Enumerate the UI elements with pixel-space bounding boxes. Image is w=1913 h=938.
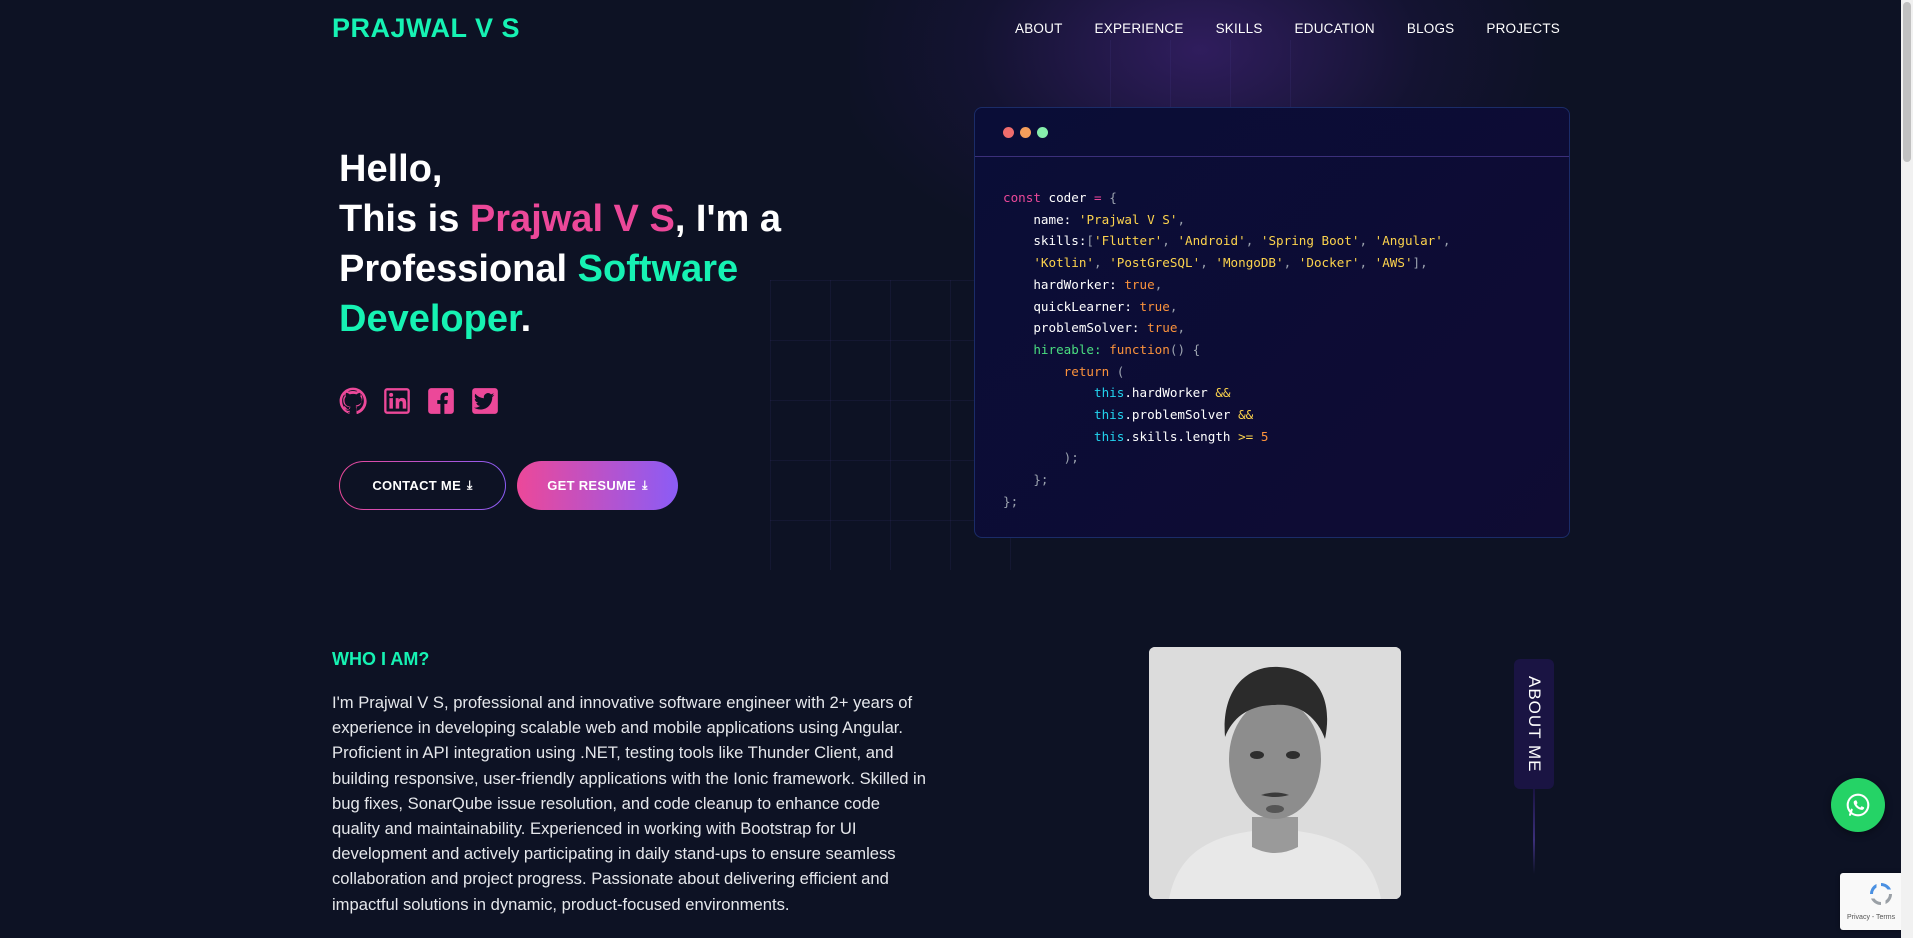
linkedin-icon[interactable] bbox=[383, 387, 411, 415]
hero-buttons: CONTACT ME ⤓ GET RESUME ⤓ bbox=[339, 461, 678, 510]
page-scrollbar[interactable] bbox=[1901, 0, 1913, 938]
profile-photo-graphic bbox=[1149, 647, 1401, 899]
download-icon: ⤓ bbox=[642, 478, 648, 492]
hero-intro-suffix: , I'm a bbox=[674, 198, 782, 240]
nav-link-skills[interactable]: SKILLS bbox=[1216, 21, 1263, 36]
code-card: const coder = { name: 'Prajwal V S', ski… bbox=[974, 107, 1570, 538]
whatsapp-icon bbox=[1846, 793, 1870, 817]
hero-name: Prajwal V S bbox=[469, 198, 675, 240]
window-dot-orange bbox=[1020, 126, 1031, 138]
nav-link-blogs[interactable]: BLOGS bbox=[1407, 21, 1455, 36]
scrollbar-thumb[interactable] bbox=[1903, 2, 1911, 162]
hero-period: . bbox=[520, 298, 532, 340]
hero-role-prefix: Professional bbox=[339, 248, 578, 290]
window-dot-green bbox=[1037, 126, 1048, 138]
profile-photo bbox=[1149, 647, 1401, 899]
site-logo[interactable]: PRAJWAL V S bbox=[332, 13, 520, 44]
contact-me-button[interactable]: CONTACT ME ⤓ bbox=[339, 461, 506, 510]
nav-link-experience[interactable]: EXPERIENCE bbox=[1095, 21, 1184, 36]
hero-intro-prefix: This is bbox=[339, 198, 470, 240]
hero-role-part2: Developer bbox=[339, 298, 521, 340]
social-links bbox=[339, 387, 499, 415]
window-dot-red bbox=[1003, 126, 1014, 138]
who-i-am-heading: WHO I AM? bbox=[332, 649, 430, 669]
about-paragraph: I'm Prajwal V S, professional and innova… bbox=[332, 693, 926, 914]
github-icon[interactable] bbox=[339, 387, 367, 415]
whatsapp-button[interactable] bbox=[1831, 778, 1885, 832]
twitter-icon[interactable] bbox=[471, 387, 499, 415]
about-me-line bbox=[1533, 789, 1535, 874]
code-snippet: const coder = { name: 'Prajwal V S', ski… bbox=[1003, 190, 1451, 509]
get-resume-label: GET RESUME bbox=[547, 478, 637, 493]
nav-link-projects[interactable]: PROJECTS bbox=[1486, 21, 1560, 36]
code-card-header bbox=[975, 108, 1569, 157]
navbar: PRAJWAL V S ABOUT EXPERIENCE SKILLS EDUC… bbox=[332, 0, 1560, 56]
download-icon: ⤓ bbox=[467, 478, 473, 492]
contact-me-label: CONTACT ME bbox=[372, 478, 462, 493]
hero-role-part1: Software bbox=[577, 248, 739, 290]
hero-heading: Hello, This is Prajwal V S, I'm a Profes… bbox=[339, 144, 839, 344]
recaptcha-icon bbox=[1870, 883, 1892, 905]
facebook-icon[interactable] bbox=[427, 387, 455, 415]
get-resume-button[interactable]: GET RESUME ⤓ bbox=[517, 461, 678, 510]
nav-link-education[interactable]: EDUCATION bbox=[1295, 21, 1375, 36]
nav-menu: ABOUT EXPERIENCE SKILLS EDUCATION BLOGS … bbox=[983, 21, 1560, 36]
hero-greeting: Hello, bbox=[339, 148, 443, 190]
recaptcha-text[interactable]: Privacy - Terms bbox=[1847, 914, 1895, 921]
about-me-tab-label: ABOUT ME bbox=[1525, 675, 1544, 773]
hero-heading-block: Hello, This is Prajwal V S, I'm a Profes… bbox=[339, 144, 839, 344]
nav-link-about[interactable]: ABOUT bbox=[1015, 21, 1063, 36]
about-me-tab: ABOUT ME bbox=[1514, 659, 1554, 789]
